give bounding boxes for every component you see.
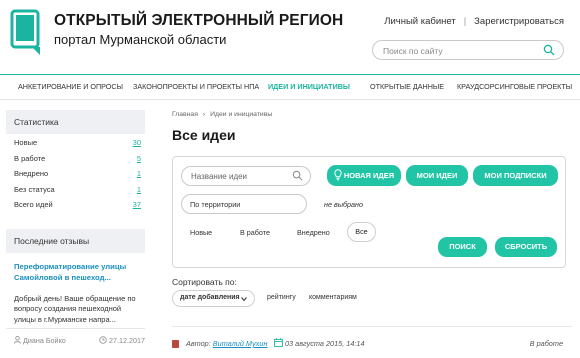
search-icon[interactable] xyxy=(292,170,303,181)
territory-value: не выбрано xyxy=(324,200,363,209)
nav-item-ideas[interactable]: ИДЕИ И ИНИЦИАТИВЫ xyxy=(268,82,350,91)
stat-label: Всего идей xyxy=(14,200,53,209)
stat-row-total: Всего идей 37 xyxy=(14,200,141,216)
nav-item-crowdsourcing[interactable]: КРАУДСОРСИНГОВЫЕ ПРОЕКТЫ xyxy=(457,82,572,91)
site-title: ОТКРЫТЫЙ ЭЛЕКТРОННЫЙ РЕГИОН xyxy=(54,12,344,29)
idea-date: 03 августа 2015, 14:14 xyxy=(285,339,365,348)
reviews-title: Последние отзывы xyxy=(6,228,145,253)
review-date-text: 27.12.2017 xyxy=(109,336,145,345)
account-links: Личный кабинет | Зарегистрироваться xyxy=(384,16,564,27)
clock-icon xyxy=(99,336,107,344)
user-icon xyxy=(14,335,21,344)
idea-list-item: Автор: Виталий Мухин 03 августа 2015, 14… xyxy=(172,338,572,350)
reset-button[interactable]: СБРОСИТЬ xyxy=(495,237,557,257)
sort-option-comments[interactable]: комментариям xyxy=(309,294,357,301)
sort-select[interactable]: дате добавления xyxy=(172,290,255,307)
idea-status: В работе xyxy=(529,339,563,348)
status-option-implemented[interactable]: Внедрено xyxy=(297,228,330,237)
search-icon[interactable] xyxy=(543,44,555,56)
stats-title: Статистика xyxy=(6,110,145,134)
page-title: Все идеи xyxy=(172,127,236,143)
nav-item-open-data[interactable]: ОТКРЫТЫЕ ДАННЫЕ xyxy=(370,82,444,91)
breadcrumb-home[interactable]: Главная xyxy=(172,111,198,118)
stat-row-new: Новые 30 xyxy=(14,138,141,154)
stat-label: Внедрено xyxy=(14,169,49,178)
status-option-all[interactable]: Все xyxy=(347,222,376,242)
review-text: Добрый день! Ваше обращение по вопросу с… xyxy=(14,293,136,324)
status-option-new[interactable]: Новые xyxy=(190,228,212,237)
status-option-in-progress[interactable]: В работе xyxy=(240,228,270,237)
review-meta: Диана Бойко 27.12.2017 xyxy=(14,334,145,348)
site-search-input[interactable] xyxy=(383,44,533,57)
stat-label: Без статуса xyxy=(14,184,55,194)
calendar-icon xyxy=(274,338,283,347)
flag-icon xyxy=(172,340,179,348)
sort-selected-value: дате добавления xyxy=(180,294,240,301)
breadcrumb-arrow: › xyxy=(202,111,206,118)
sidebar: Статистика Новые 30 В работе 5 Внедрено … xyxy=(6,110,145,345)
my-subscriptions-button[interactable]: МОИ ПОДПИСКИ xyxy=(473,165,558,186)
stat-value[interactable]: 1 xyxy=(137,169,141,178)
stat-label: Новые xyxy=(14,138,38,147)
new-idea-button[interactable]: НОВАЯ ИДЕЯ xyxy=(327,165,401,186)
account-link[interactable]: Личный кабинет xyxy=(384,16,455,27)
sort-label: Сортировать по: xyxy=(172,277,237,287)
stat-row-in-progress: В работе 5 xyxy=(14,154,141,170)
author-link[interactable]: Виталий Мухин xyxy=(213,339,268,348)
my-ideas-button[interactable]: МОИ ИДЕИ xyxy=(406,165,468,186)
search-button[interactable]: ПОИСК xyxy=(438,237,487,257)
review-divider xyxy=(6,328,145,329)
review-date: 27.12.2017 xyxy=(99,336,145,345)
breadcrumb: Главная › Идеи и инициативы xyxy=(172,111,272,118)
stat-value[interactable]: 5 xyxy=(137,154,141,163)
main-content: Главная › Идеи и инициативы Все идеи НОВАЯ… xyxy=(172,100,572,358)
register-link[interactable]: Зарегистрироваться xyxy=(474,16,564,27)
territory-filter[interactable]: По территории xyxy=(181,194,307,214)
review-author-name: Диана Бойко xyxy=(23,336,66,345)
link-separator: | xyxy=(463,16,467,27)
idea-author: Автор: Виталий Мухин xyxy=(186,339,267,348)
stat-row-implemented: Внедрено 1 xyxy=(14,169,141,185)
idea-search-input[interactable] xyxy=(191,170,291,183)
stat-value[interactable]: 1 xyxy=(137,185,141,194)
author-label: Автор: xyxy=(186,339,211,348)
stat-row-no-status: Без статуса 1 xyxy=(14,185,141,201)
main-nav: АНКЕТИРОВАНИЕ И ОПРОСЫ ЗАКОНОПРОЕКТЫ И П… xyxy=(0,74,580,100)
stat-value[interactable]: 30 xyxy=(133,138,141,147)
stat-label: В работе xyxy=(14,153,46,163)
tablet-logo-icon[interactable] xyxy=(10,9,46,57)
nav-item-surveys[interactable]: АНКЕТИРОВАНИЕ И ОПРОСЫ xyxy=(18,82,123,91)
idea-search-box xyxy=(181,166,311,186)
lightbulb-icon xyxy=(334,169,342,181)
breadcrumb-current: Идеи и инициативы xyxy=(210,111,273,118)
nav-item-bills[interactable]: ЗАКОНОПРОЕКТЫ И ПРОЕКТЫ НПА xyxy=(133,82,259,91)
sort-option-rating[interactable]: рейтингу xyxy=(267,294,296,301)
new-idea-label: НОВАЯ ИДЕЯ xyxy=(343,171,395,180)
stats-list: Новые 30 В работе 5 Внедрено 1 Без стату… xyxy=(6,134,145,216)
site-header: ОТКРЫТЫЙ ЭЛЕКТРОННЫЙ РЕГИОН портал Мурма… xyxy=(0,0,580,74)
site-subtitle: портал Мурманской области xyxy=(54,32,227,47)
review-title-link[interactable]: Переформатирование улицы Самойловой в пе… xyxy=(6,253,145,283)
chevron-down-icon xyxy=(241,297,247,302)
site-search-box xyxy=(372,40,564,60)
review-author: Диана Бойко xyxy=(14,335,66,345)
stat-value[interactable]: 37 xyxy=(133,200,141,209)
idea-filter-panel: НОВАЯ ИДЕЯ МОИ ИДЕИ МОИ ПОДПИСКИ По терр… xyxy=(172,156,566,268)
list-divider xyxy=(172,326,572,327)
